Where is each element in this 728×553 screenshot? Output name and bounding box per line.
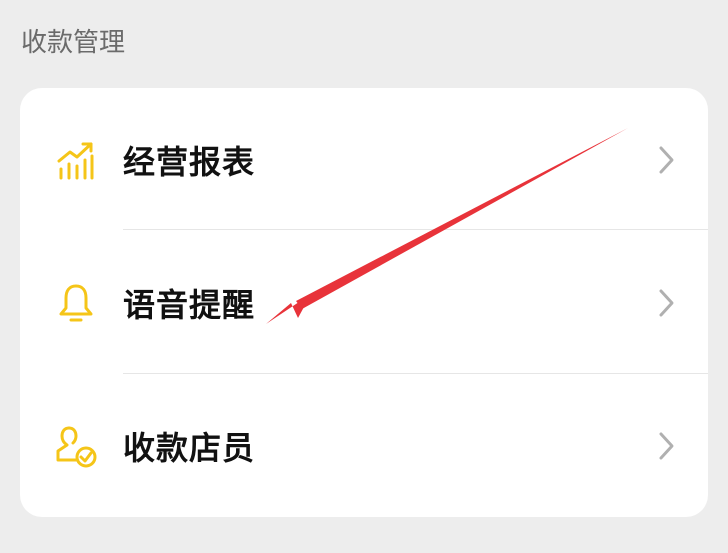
menu-item-business-report[interactable]: 经营报表 — [20, 88, 708, 231]
chevron-right-icon — [656, 145, 678, 175]
menu-item-label: 收款店员 — [123, 428, 256, 467]
chevron-right-icon — [656, 288, 678, 318]
menu-item-cashier-staff[interactable]: 收款店员 — [20, 374, 708, 517]
menu-card: 经营报表 语音提醒 收款店员 — [20, 88, 708, 517]
section-title: 收款管理 — [21, 28, 126, 58]
bell-icon — [54, 281, 98, 325]
menu-item-label: 经营报表 — [123, 142, 256, 181]
chevron-right-icon — [656, 431, 678, 461]
chart-trend-icon — [54, 138, 98, 182]
user-check-icon — [54, 424, 98, 468]
divider — [123, 229, 708, 230]
menu-item-voice-reminder[interactable]: 语音提醒 — [20, 231, 708, 374]
menu-item-label: 语音提醒 — [123, 285, 256, 324]
